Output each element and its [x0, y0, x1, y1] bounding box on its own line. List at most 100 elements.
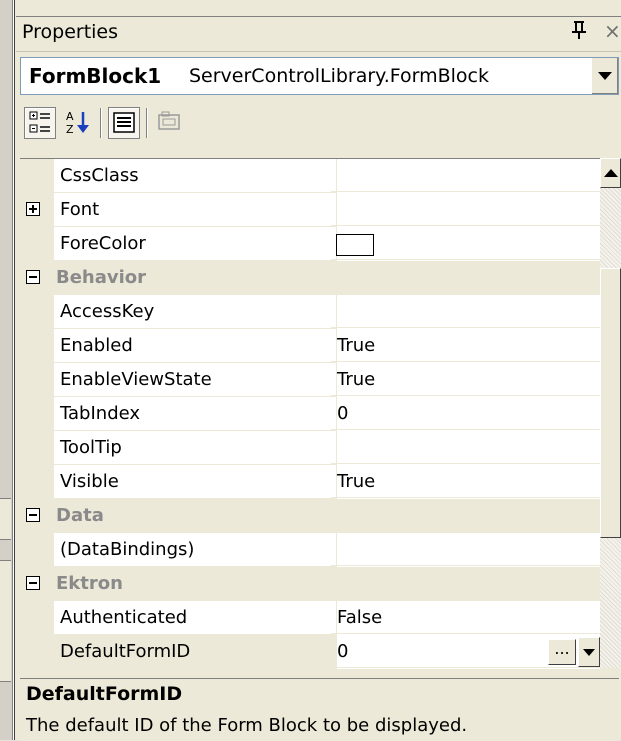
property-name: TabIndex	[54, 397, 337, 431]
close-icon[interactable]: ×	[604, 19, 621, 43]
property-row[interactable]: DefaultFormID 0...	[20, 635, 600, 669]
property-row[interactable]: TabIndex 0	[20, 397, 600, 431]
toolbar-separator	[100, 108, 102, 138]
row-gutter	[20, 193, 54, 227]
scroll-up-button[interactable]	[600, 158, 621, 188]
property-value-text: True	[337, 471, 376, 492]
property-value[interactable]: 0	[331, 397, 600, 430]
left-dock-edge	[0, 0, 13, 740]
property-name: Authenticated	[54, 601, 337, 635]
row-gutter	[20, 295, 54, 329]
property-value-text: 0	[337, 641, 349, 662]
property-name: ToolTip	[54, 431, 337, 465]
property-row[interactable]: CssClass	[20, 159, 600, 193]
svg-text:Z: Z	[66, 123, 74, 136]
dock-notch	[0, 560, 11, 682]
row-gutter	[20, 397, 54, 431]
property-value[interactable]	[331, 159, 600, 192]
property-row[interactable]: (DataBindings)	[20, 533, 600, 567]
property-row[interactable]: Authenticated False	[20, 601, 600, 635]
row-gutter	[20, 159, 54, 193]
property-value[interactable]	[331, 295, 600, 328]
property-value-text: True	[337, 369, 376, 390]
categorized-button[interactable]	[24, 107, 56, 139]
category-row[interactable]: Behavior	[20, 261, 600, 295]
property-name: Visible	[54, 465, 337, 499]
value-dropdown-button[interactable]	[578, 637, 600, 667]
property-value[interactable]	[331, 227, 600, 260]
alphabetical-icon: AZ	[66, 110, 89, 136]
category-row[interactable]: Ektron	[20, 567, 600, 601]
ellipsis-button[interactable]: ...	[548, 639, 576, 665]
dock-notch	[0, 498, 11, 540]
property-value[interactable]: 0...	[331, 635, 600, 668]
property-name: (DataBindings)	[54, 533, 337, 567]
properties-icon	[113, 112, 135, 133]
chevron-down-icon	[598, 72, 612, 80]
object-type: ServerControlLibrary.FormBlock	[189, 65, 490, 87]
property-value-text: 0	[337, 403, 349, 424]
row-gutter	[20, 329, 54, 363]
category-bar	[20, 499, 600, 533]
property-row[interactable]: Font	[20, 193, 600, 227]
property-pages-icon	[158, 111, 180, 130]
categorized-icon	[29, 111, 50, 133]
property-row[interactable]: EnableViewState True	[20, 363, 600, 397]
property-value[interactable]	[331, 193, 600, 226]
object-name: FormBlock1	[29, 64, 162, 88]
property-value-text: True	[337, 335, 376, 356]
category-row[interactable]: Data	[20, 499, 600, 533]
svg-text:A: A	[66, 110, 74, 123]
row-gutter	[20, 465, 54, 499]
property-value[interactable]	[331, 533, 600, 566]
chevron-down-icon	[583, 649, 595, 656]
toolbar-separator	[146, 108, 148, 138]
pin-icon[interactable]	[571, 20, 587, 45]
object-selector[interactable]: FormBlock1 ServerControlLibrary.FormBloc…	[20, 57, 619, 95]
property-name: ForeColor	[54, 227, 337, 261]
color-swatch	[336, 234, 374, 256]
title-bar: Properties ×	[16, 16, 621, 52]
property-row[interactable]: Visible True	[20, 465, 600, 499]
collapse-icon[interactable]	[26, 508, 40, 522]
properties-button[interactable]	[108, 107, 140, 139]
panel-title: Properties	[22, 21, 119, 43]
expand-icon[interactable]	[26, 202, 40, 216]
collapse-icon[interactable]	[26, 270, 40, 284]
property-name: DefaultFormID	[54, 635, 337, 669]
property-name: Font	[54, 193, 337, 227]
row-gutter	[20, 227, 54, 261]
description-title: DefaultFormID	[26, 683, 183, 705]
row-gutter	[20, 635, 54, 669]
property-row[interactable]: AccessKey	[20, 295, 600, 329]
description-text: The default ID of the Form Block to be d…	[26, 715, 468, 736]
scroll-thumb[interactable]	[600, 268, 621, 538]
property-value[interactable]	[331, 431, 600, 464]
category-label: Behavior	[56, 267, 147, 288]
property-name: EnableViewState	[54, 363, 337, 397]
properties-window: Properties × FormBlock1 ServerControlLib…	[0, 0, 621, 741]
chevron-up-icon	[604, 169, 618, 177]
property-row[interactable]: Enabled True	[20, 329, 600, 363]
row-gutter	[20, 431, 54, 465]
description-pane: DefaultFormID The default ID of the Form…	[20, 678, 619, 741]
property-name: AccessKey	[54, 295, 337, 329]
property-pages-button[interactable]	[154, 107, 186, 139]
property-row[interactable]: ToolTip	[20, 431, 600, 465]
property-name: CssClass	[54, 159, 337, 193]
property-row[interactable]: ForeColor	[20, 227, 600, 261]
property-value[interactable]: True	[331, 363, 600, 396]
property-value[interactable]: True	[331, 465, 600, 498]
row-gutter	[20, 363, 54, 397]
property-grid: CssClass Font ForeColor Behavior AccessKey En…	[20, 158, 600, 669]
property-value[interactable]: False	[331, 601, 600, 634]
property-name: Enabled	[54, 329, 337, 363]
alphabetical-button[interactable]: AZ	[62, 107, 94, 139]
category-label: Data	[56, 505, 104, 526]
property-value[interactable]: True	[331, 329, 600, 362]
object-selector-dropdown[interactable]	[591, 58, 618, 94]
row-gutter	[20, 533, 54, 567]
vertical-scrollbar[interactable]	[600, 158, 621, 668]
collapse-icon[interactable]	[26, 576, 40, 590]
property-value-text: False	[337, 607, 383, 628]
